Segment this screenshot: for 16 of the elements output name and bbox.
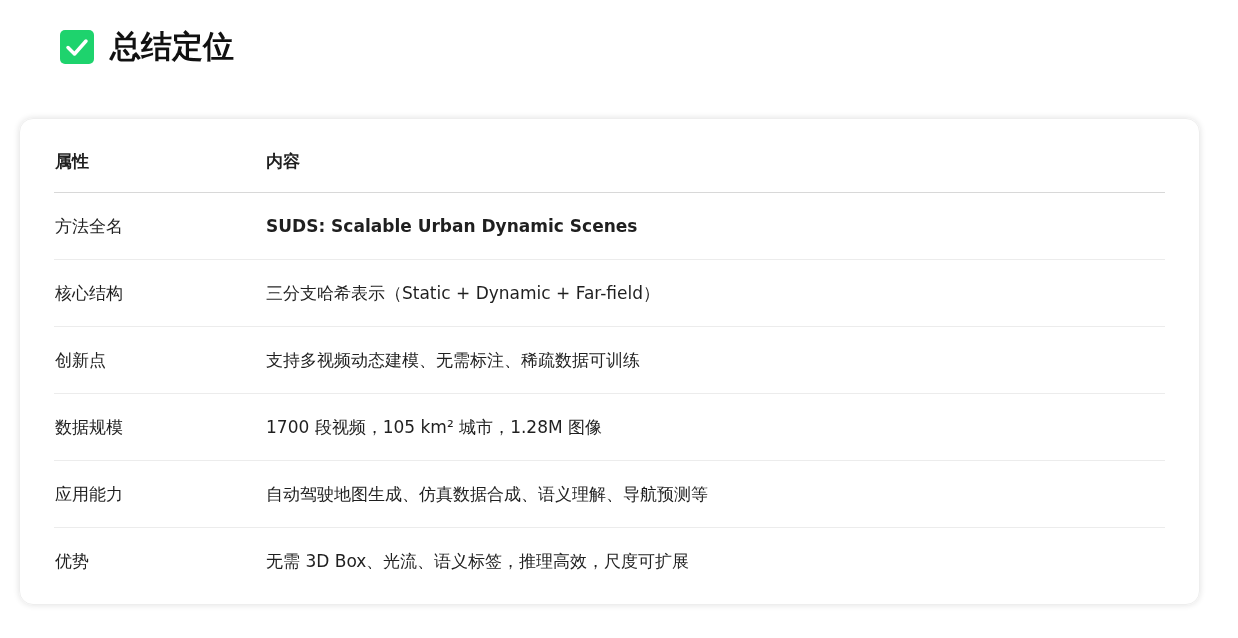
table-cell: 方法全名 xyxy=(55,215,123,236)
table-cell: 数据规模 xyxy=(55,416,123,437)
table-cell: 自动驾驶地图生成、仿真数据合成、语义理解、导航预测等 xyxy=(266,483,708,504)
table-cell: 无需 3D Box、光流、语义标签，推理高效，尺度可扩展 xyxy=(266,550,690,571)
column-header: 内容 xyxy=(266,150,300,171)
table-cell: 核心结构 xyxy=(55,282,123,303)
section-title: 总结定位 xyxy=(110,27,234,66)
table-cell: 支持多视频动态建模、无需标注、稀疏数据可训练 xyxy=(266,349,640,370)
table-cell: SUDS: Scalable Urban Dynamic Scenes xyxy=(266,216,638,236)
checkbox-icon xyxy=(60,30,94,64)
table-cell: 优势 xyxy=(55,550,89,571)
table-cell: 应用能力 xyxy=(55,483,123,504)
table-cell: 三分支哈希表示（Static + Dynamic + Far-field） xyxy=(266,282,661,303)
column-header: 属性 xyxy=(55,150,89,171)
table-cell: 创新点 xyxy=(55,349,106,370)
table-cell: 1700 段视频，105 km² 城市，1.28M 图像 xyxy=(266,416,603,437)
